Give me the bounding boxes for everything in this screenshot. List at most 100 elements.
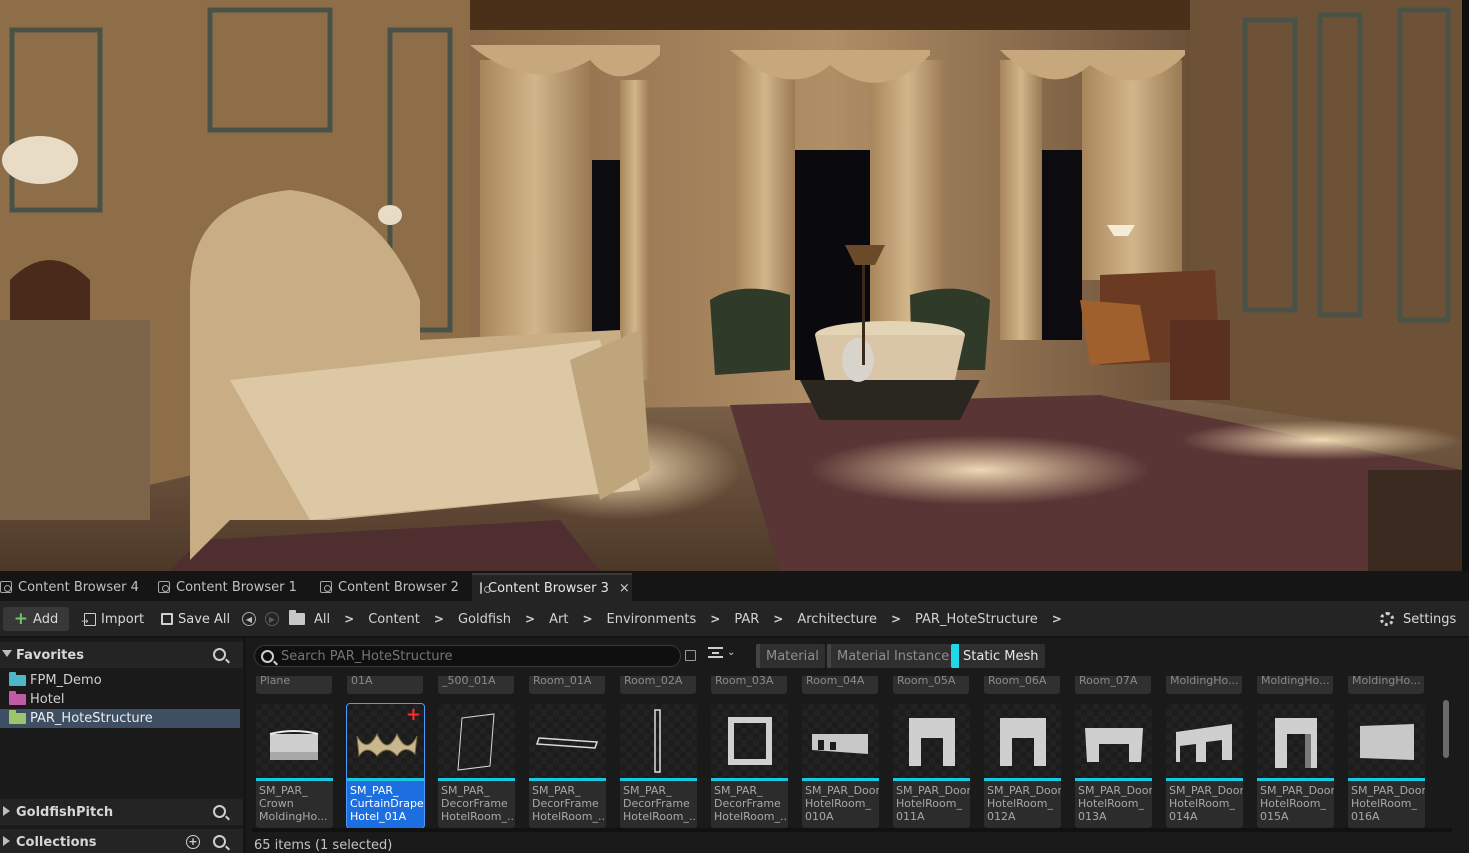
tab-label: Content Browser 4	[18, 579, 139, 595]
search-input[interactable]	[281, 648, 661, 664]
asset-tile-partial[interactable]: _500_01A	[438, 676, 514, 694]
tab-content-browser-1[interactable]: Content Browser 1	[150, 573, 305, 601]
tab-content-browser-3[interactable]: Content Browser 3 ×	[472, 573, 632, 601]
breadcrumb-item[interactable]: Goldfish	[458, 612, 511, 627]
breadcrumb-item[interactable]: PAR_HoteStructure	[915, 612, 1038, 627]
chevron-right-icon[interactable]: >	[582, 612, 592, 626]
content-browser-tabs: Content Browser 4 Content Browser 1 Cont…	[0, 573, 1469, 601]
breadcrumb-item[interactable]: Content	[368, 612, 420, 627]
favorite-item-hotel[interactable]: Hotel	[0, 690, 240, 709]
tab-content-browser-4[interactable]: Content Browser 4	[0, 573, 147, 601]
save-all-label: Save All	[178, 611, 231, 627]
asset-tile-partial[interactable]: Room_05A	[893, 676, 969, 694]
breadcrumb-item[interactable]: Architecture	[797, 612, 877, 627]
asset-tile-partial[interactable]: 01A	[347, 676, 423, 694]
filter-chip-material[interactable]: Material	[756, 644, 825, 668]
chevron-right-icon[interactable]: >	[773, 612, 783, 626]
goldfishpitch-header[interactable]: GoldfishPitch	[0, 799, 243, 825]
chevron-right-icon[interactable]: >	[525, 612, 535, 626]
chip-label: Material Instance	[837, 648, 950, 664]
asset-label: SM_PAR_Door HotelRoom_ 012A	[987, 784, 1061, 823]
history-forward-button[interactable]: ▶	[265, 607, 279, 631]
chevron-right-icon[interactable]: >	[344, 612, 354, 626]
asset-thumbnail	[529, 704, 606, 778]
frame-tall-icon	[654, 709, 661, 773]
save-icon	[161, 613, 173, 625]
asset-tile-partial[interactable]: Room_01A	[529, 676, 605, 694]
asset-thumbnail	[711, 704, 788, 778]
asset-tile[interactable]: SM_PAR_Door HotelRoom_ 012A	[984, 704, 1061, 828]
asset-tile[interactable]: SM_PAR_Door HotelRoom_ 016A	[1348, 704, 1425, 828]
arrow-left-icon: ◀	[242, 612, 256, 626]
favorite-item-fpm-demo[interactable]: FPM_Demo	[0, 671, 240, 690]
tab-content-browser-2[interactable]: Content Browser 2	[312, 573, 467, 601]
expand-triangle-icon[interactable]	[3, 806, 10, 816]
asset-tile[interactable]: SM_PAR_Door HotelRoom_ 010A	[802, 704, 879, 828]
vertical-scrollbar[interactable]	[1443, 700, 1449, 758]
viewport-border	[1462, 0, 1469, 571]
breadcrumb-item[interactable]: Environments	[607, 612, 697, 627]
asset-tile-partial[interactable]: Plane	[256, 676, 332, 694]
asset-tile[interactable]: SM_PAR_Door HotelRoom_ 015A	[1257, 704, 1334, 828]
asset-tile-partial[interactable]: Room_03A	[711, 676, 787, 694]
favorites-header[interactable]: Favorites	[0, 642, 243, 668]
asset-tile[interactable]: + SM_PAR_ CurtainDrape Hotel_01A	[346, 703, 425, 829]
breadcrumb-item[interactable]: PAR	[734, 612, 759, 627]
asset-label: SM_PAR_Door HotelRoom_ 013A	[1078, 784, 1152, 823]
chevron-right-icon[interactable]: >	[434, 612, 444, 626]
asset-type-stripe	[438, 778, 515, 781]
save-search-icon[interactable]	[685, 650, 696, 661]
asset-tile[interactable]: SM_PAR_Door HotelRoom_ 014A	[1166, 704, 1243, 828]
asset-tile[interactable]: SM_PAR_Door HotelRoom_ 013A	[1075, 704, 1152, 828]
asset-tile-partial[interactable]: MoldingHo...	[1257, 676, 1333, 694]
asset-tile-partial[interactable]: Room_04A	[802, 676, 878, 694]
goldfishpitch-title: GoldfishPitch	[16, 804, 114, 820]
filter-chip-material-instance[interactable]: Material Instance	[827, 644, 956, 668]
asset-label: SM_PAR_Door HotelRoom_ 016A	[1351, 784, 1425, 823]
folder-icon	[9, 710, 26, 724]
history-back-button[interactable]: ◀	[242, 607, 256, 631]
asset-type-stripe	[529, 778, 606, 781]
asset-thumbnail	[256, 704, 333, 778]
favorite-item-par-hotestructure[interactable]: PAR_HoteStructure	[0, 709, 240, 728]
filter-button[interactable]: ⌄	[708, 647, 735, 658]
door-010-icon	[812, 734, 868, 754]
search-icon[interactable]	[213, 835, 226, 848]
asset-label: SM_PAR_Door HotelRoom_ 015A	[1260, 784, 1334, 823]
chevron-right-icon[interactable]: >	[891, 612, 901, 626]
asset-tile[interactable]: SM_PAR_ DecorFrame HotelRoom_...	[711, 704, 788, 828]
asset-type-stripe	[1075, 778, 1152, 781]
asset-tile-partial[interactable]: MoldingHo...	[1348, 676, 1424, 694]
settings-button[interactable]: Settings	[1380, 607, 1456, 631]
asset-tile[interactable]: SM_PAR_Door HotelRoom_ 011A	[893, 704, 970, 828]
asset-tile[interactable]: SM_PAR_ DecorFrame HotelRoom_...	[529, 704, 606, 828]
add-collection-icon[interactable]: +	[186, 835, 200, 849]
search-icon[interactable]	[213, 805, 226, 818]
import-button[interactable]: → Import	[81, 607, 144, 631]
chevron-right-icon[interactable]: >	[710, 612, 720, 626]
add-button[interactable]: + Add	[3, 607, 69, 631]
collections-header[interactable]: Collections +	[0, 829, 243, 853]
door-arch-icon	[1000, 718, 1046, 766]
save-all-button[interactable]: Save All	[161, 607, 230, 631]
asset-search-bar[interactable]	[254, 645, 681, 667]
asset-tile-partial[interactable]: Room_02A	[620, 676, 696, 694]
asset-thumbnail	[1075, 704, 1152, 778]
asset-tile[interactable]: SM_PAR_ Crown MoldingHo...	[256, 704, 333, 828]
expand-triangle-icon[interactable]	[3, 836, 10, 846]
collapse-triangle-icon[interactable]	[2, 650, 12, 657]
asset-tile[interactable]: SM_PAR_ DecorFrame HotelRoom_...	[438, 704, 515, 828]
level-viewport[interactable]	[0, 0, 1462, 571]
filter-chip-static-mesh[interactable]: Static Mesh	[951, 644, 1045, 668]
close-icon[interactable]: ×	[619, 581, 630, 596]
asset-tile-partial[interactable]: Room_07A	[1075, 676, 1151, 694]
search-icon[interactable]	[213, 648, 226, 661]
breadcrumb-item[interactable]: Art	[549, 612, 568, 627]
asset-tile-partial[interactable]: Room_06A	[984, 676, 1060, 694]
asset-tile[interactable]: SM_PAR_ DecorFrame HotelRoom_...	[620, 704, 697, 828]
chevron-right-icon[interactable]: >	[1052, 612, 1062, 626]
asset-tile-partial[interactable]: MoldingHo...	[1166, 676, 1242, 694]
breadcrumb-item[interactable]: All	[314, 612, 330, 627]
frame-flat-icon	[535, 737, 599, 749]
asset-type-stripe	[893, 778, 970, 781]
